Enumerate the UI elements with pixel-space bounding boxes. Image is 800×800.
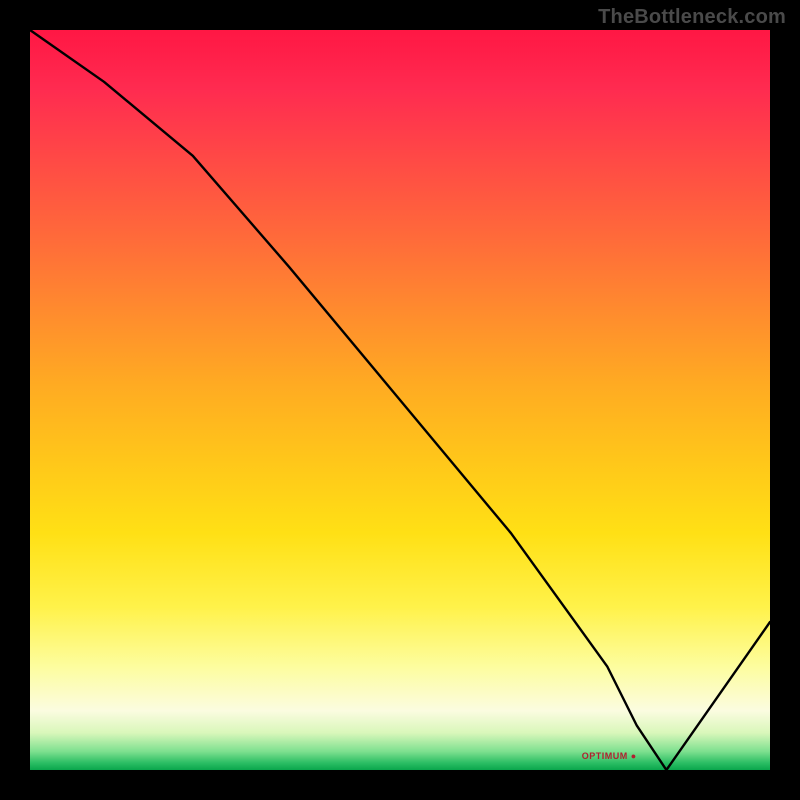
watermark-text: TheBottleneck.com [598, 6, 786, 29]
plot-area: OPTIMUM ● [30, 30, 770, 770]
chart-canvas: TheBottleneck.com OPTIMUM ● [0, 0, 800, 800]
optimum-annotation: OPTIMUM ● [582, 751, 637, 761]
bottleneck-curve [30, 30, 770, 770]
